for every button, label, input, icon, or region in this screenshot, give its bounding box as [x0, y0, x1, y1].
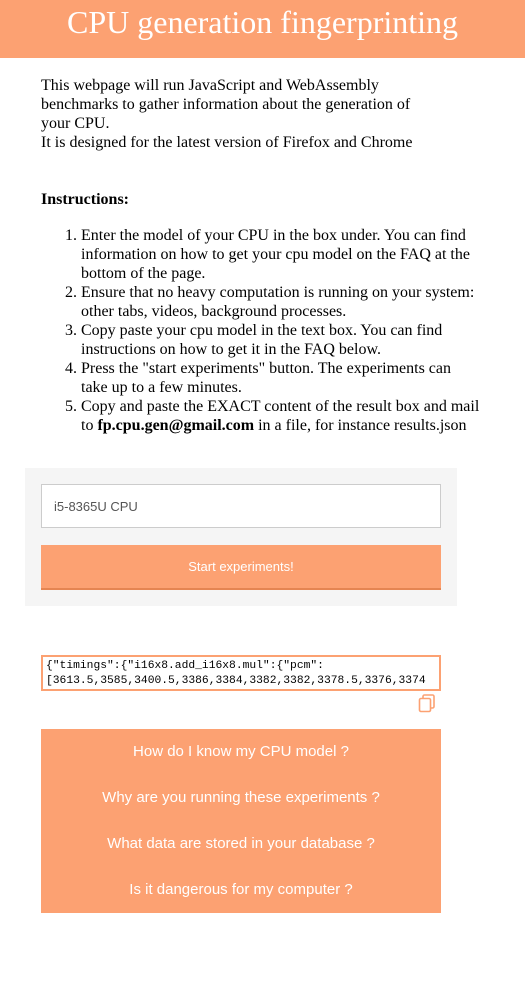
instructions-list: Enter the model of your CPU in the box u…	[41, 226, 481, 435]
experiment-panel: Start experiments!	[25, 468, 457, 606]
intro-paragraph-1: This webpage will run JavaScript and Web…	[41, 77, 411, 132]
contact-email: fp.cpu.gen@gmail.com	[97, 417, 255, 434]
cpu-model-input[interactable]	[41, 484, 441, 528]
faq-item-data-stored[interactable]: What data are stored in your database ?	[41, 821, 441, 867]
copy-icon[interactable]	[417, 693, 437, 713]
result-box[interactable]: {"timings":{"i16x8.add_i16x8.mul":{"pcm"…	[41, 655, 441, 691]
faq-item-dangerous[interactable]: Is it dangerous for my computer ?	[41, 867, 441, 913]
instruction-step: Copy paste your cpu model in the text bo…	[81, 321, 481, 359]
intro-paragraph-2: It is designed for the latest version of…	[41, 134, 413, 151]
intro-text: This webpage will run JavaScript and Web…	[41, 76, 441, 152]
header-banner: CPU generation fingerprinting	[0, 0, 525, 58]
instruction-step: Ensure that no heavy computation is runn…	[81, 283, 481, 321]
instruction-step: Press the "start experiments" button. Th…	[81, 359, 481, 397]
instruction-step: Copy and paste the EXACT content of the …	[81, 397, 481, 435]
faq-section: How do I know my CPU model ? Why are you…	[41, 729, 441, 913]
faq-item-cpu-model[interactable]: How do I know my CPU model ?	[41, 729, 441, 775]
instruction-step: Enter the model of your CPU in the box u…	[81, 226, 481, 283]
page-title: CPU generation fingerprinting	[66, 4, 459, 40]
instructions-heading: Instructions:	[41, 191, 130, 208]
faq-item-why-experiments[interactable]: Why are you running these experiments ?	[41, 775, 441, 821]
start-experiments-button[interactable]: Start experiments!	[41, 545, 441, 590]
step5-text-after: in a file, for instance results.json	[254, 417, 467, 434]
